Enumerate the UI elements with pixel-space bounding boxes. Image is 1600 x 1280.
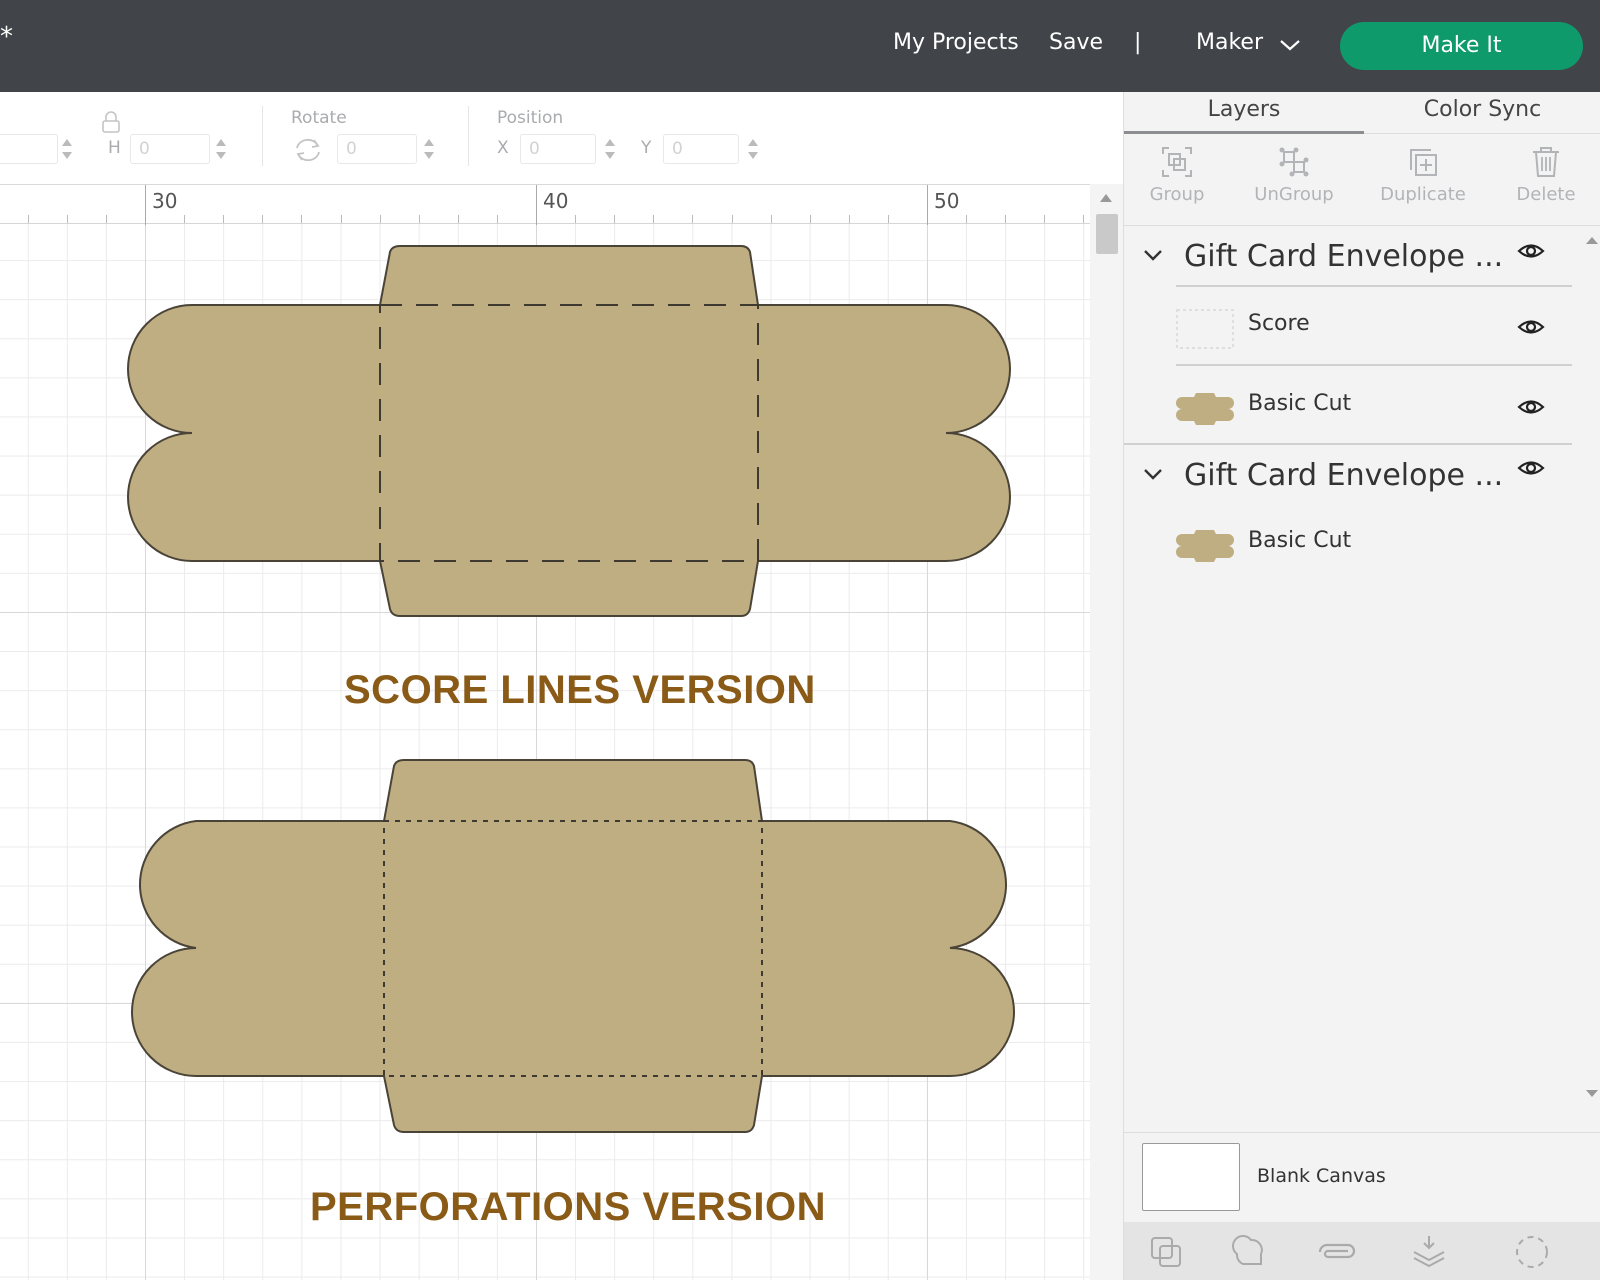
delete-button[interactable]: Delete (1491, 144, 1600, 205)
tab-color-sync[interactable]: Color Sync (1364, 92, 1600, 134)
machine-selector[interactable]: Maker (1196, 30, 1263, 55)
layer-item[interactable]: Basic Cut (1176, 506, 1572, 582)
layer-group-name: Gift Card Envelope ... (1184, 239, 1504, 274)
top-bar: * My Projects Save | Maker Make It (0, 0, 1600, 92)
rotate-field[interactable]: 0 (337, 134, 417, 164)
layer-item-label: Score (1248, 311, 1310, 336)
eye-icon[interactable] (1516, 456, 1546, 480)
layer-item[interactable]: Basic Cut (1176, 369, 1572, 445)
blank-canvas-label: Blank Canvas (1257, 1165, 1386, 1187)
y-position-stepper[interactable] (746, 136, 760, 162)
design-canvas[interactable]: 30 40 50 SCORE LINES VERSION PERFORATION… (0, 184, 1090, 1280)
perforations-caption: PERFORATIONS VERSION (310, 1185, 826, 1229)
height-stepper[interactable] (214, 136, 228, 162)
group-button[interactable]: Group (1122, 144, 1232, 205)
tab-layers[interactable]: Layers (1124, 92, 1364, 134)
chevron-down-icon[interactable] (1279, 38, 1301, 52)
make-it-button[interactable]: Make It (1340, 22, 1583, 70)
unsaved-marker: * (0, 22, 13, 52)
width-field[interactable] (0, 134, 58, 164)
my-projects-link[interactable]: My Projects (893, 30, 1019, 55)
eye-icon[interactable] (1516, 395, 1546, 419)
layer-list: Gift Card Envelope ... Score Basic Cut G… (1124, 227, 1582, 1107)
perforations-envelope[interactable] (131, 759, 1015, 1133)
basic-cut-thumbnail (1176, 393, 1234, 425)
height-label: H (108, 138, 121, 158)
bottom-toolbar (1124, 1222, 1600, 1280)
layer-tools: Group UnGroup Duplicate Delete (1124, 134, 1600, 226)
rotate-stepper[interactable] (422, 136, 436, 162)
weld-icon[interactable] (1229, 1232, 1269, 1272)
rotate-icon (296, 138, 320, 162)
delete-label: Delete (1516, 184, 1576, 205)
layers-scrollbar[interactable] (1582, 227, 1600, 1107)
scroll-down-arrow[interactable] (1586, 1090, 1598, 1097)
layer-item[interactable]: Score (1176, 289, 1572, 365)
score-lines-caption: SCORE LINES VERSION (344, 668, 816, 712)
layer-divider (1176, 364, 1572, 366)
y-label: Y (641, 138, 652, 158)
ungroup-icon (1279, 147, 1309, 177)
layer-divider (1124, 443, 1572, 445)
eye-icon[interactable] (1516, 315, 1546, 339)
contour-icon[interactable] (1512, 1232, 1552, 1272)
duplicate-icon (1410, 149, 1437, 176)
header-separator: | (1134, 30, 1142, 55)
scroll-up-arrow[interactable] (1100, 194, 1112, 202)
score-envelope[interactable] (127, 245, 1011, 617)
layers-panel: Layers Color Sync Group UnGroup Duplicat… (1123, 92, 1600, 1280)
layer-divider (1176, 285, 1572, 287)
layer-group-name: Gift Card Envelope ... (1184, 458, 1504, 493)
ungroup-button[interactable]: UnGroup (1239, 144, 1349, 205)
edit-toolbar: H 0 Rotate 0 Position X 0 Y 0 (0, 92, 1123, 184)
save-link[interactable]: Save (1049, 30, 1103, 55)
layer-item-label: Basic Cut (1248, 528, 1352, 553)
layer-item-label: Basic Cut (1248, 391, 1352, 416)
chevron-down-icon[interactable] (1142, 466, 1164, 482)
rotate-label: Rotate (291, 108, 347, 128)
group-label: Group (1149, 184, 1205, 205)
canvas-scrollbar[interactable] (1090, 184, 1123, 1280)
basic-cut-thumbnail (1176, 530, 1234, 562)
ungroup-label: UnGroup (1254, 184, 1334, 205)
blank-canvas-row[interactable]: Blank Canvas (1124, 1132, 1600, 1224)
scroll-thumb[interactable] (1096, 214, 1118, 254)
height-field[interactable]: 0 (130, 134, 210, 164)
duplicate-label: Duplicate (1380, 184, 1466, 205)
layer-group[interactable]: Gift Card Envelope ... (1124, 446, 1582, 506)
chevron-down-icon[interactable] (1142, 247, 1164, 263)
score-layer-thumbnail (1176, 309, 1234, 349)
x-label: X (497, 138, 509, 158)
y-position-field[interactable]: 0 (663, 134, 739, 164)
toolbar-divider (468, 106, 469, 166)
toolbar-divider (262, 106, 263, 166)
slice-icon[interactable] (1146, 1232, 1186, 1272)
blank-canvas-swatch[interactable] (1142, 1143, 1240, 1211)
eye-icon[interactable] (1516, 239, 1546, 263)
scroll-up-arrow[interactable] (1586, 237, 1598, 244)
envelope-shapes (127, 245, 1015, 1133)
lock-icon[interactable] (100, 110, 122, 134)
attach-icon[interactable] (1314, 1232, 1358, 1272)
layer-group[interactable]: Gift Card Envelope ... (1124, 227, 1582, 287)
panel-tabs: Layers Color Sync (1124, 92, 1600, 134)
x-position-stepper[interactable] (603, 136, 617, 162)
width-stepper[interactable] (60, 136, 74, 162)
group-icon (1162, 147, 1192, 177)
duplicate-button[interactable]: Duplicate (1368, 144, 1478, 205)
position-label: Position (497, 108, 564, 128)
flatten-icon[interactable] (1409, 1232, 1449, 1272)
trash-icon (1533, 147, 1559, 177)
x-position-field[interactable]: 0 (520, 134, 596, 164)
